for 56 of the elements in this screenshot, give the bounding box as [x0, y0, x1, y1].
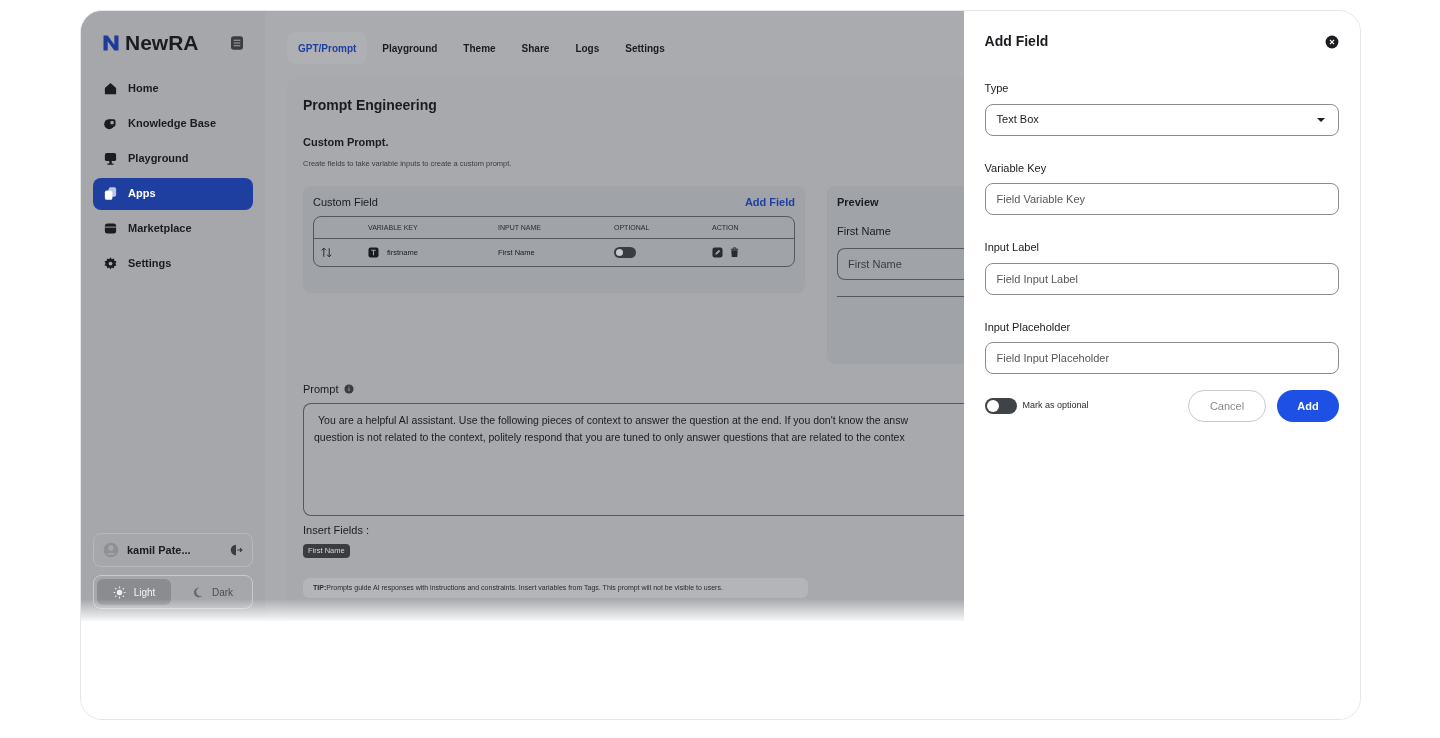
text-input[interactable]: Field Variable Key — [984, 183, 1339, 215]
optional-toggle[interactable] — [614, 247, 636, 259]
user-name: kamil Pate... — [127, 542, 192, 558]
close-icon — [1325, 34, 1339, 49]
section-title: Custom Prompt. — [303, 135, 390, 150]
close-button[interactable] — [1325, 34, 1339, 49]
sidebar-item[interactable]: Settings — [93, 247, 253, 280]
logout-icon — [229, 543, 243, 557]
prompt-label: Prompt — [303, 381, 339, 397]
sort-arrows-icon — [320, 246, 333, 260]
field-label: Type — [984, 81, 1010, 96]
user-card[interactable]: kamil Pate... — [93, 533, 253, 567]
text-input[interactable]: Field Input Label — [984, 262, 1339, 295]
chat-icon — [103, 151, 118, 166]
sun-icon — [112, 585, 126, 599]
tab[interactable]: GPT/Prompt — [287, 32, 368, 64]
apps-icon — [103, 186, 118, 201]
menu-icon — [229, 34, 245, 51]
settings-icon — [103, 256, 118, 271]
info-icon — [344, 384, 355, 394]
brand-name: NewRA — [125, 30, 199, 56]
optional-label: Mark as optional — [1022, 399, 1089, 413]
add-field-link[interactable]: Add Field — [744, 193, 795, 211]
tab[interactable]: Settings — [614, 32, 676, 64]
type-select[interactable]: Text Box — [984, 103, 1339, 136]
tab[interactable]: Theme — [452, 32, 507, 64]
optional-toggle[interactable] — [984, 398, 1017, 414]
edit-icon — [712, 247, 723, 259]
tab[interactable]: Share — [510, 32, 561, 64]
preview-input[interactable]: First Name — [837, 247, 964, 280]
tab[interactable]: Logs — [564, 32, 611, 64]
page-title: Prompt Engineering — [303, 96, 438, 115]
sidebar-item[interactable]: Apps — [93, 177, 253, 210]
preview-title: Preview — [837, 194, 880, 210]
insert-fields-label: Insert Fields : — [303, 523, 371, 539]
sidebar-item[interactable]: Playground — [93, 142, 253, 175]
theme-option[interactable]: Dark — [175, 579, 249, 605]
sidebar-item[interactable]: Marketplace — [93, 212, 253, 245]
field-label: Variable Key — [984, 160, 1048, 176]
tab[interactable]: Playground — [371, 32, 449, 64]
avatar-icon — [103, 542, 119, 558]
book-icon — [103, 116, 118, 131]
field-label: First Name — [837, 224, 892, 240]
text-input[interactable]: Field Input Placeholder — [984, 342, 1339, 374]
sidebar-item[interactable]: Home — [93, 72, 253, 105]
panel-title: Custom Field — [313, 194, 378, 210]
store-icon — [103, 221, 118, 236]
field-label: Input Label — [984, 240, 1040, 255]
add-button[interactable]: Add — [1277, 390, 1339, 422]
home-icon — [103, 81, 118, 96]
sidebar-item[interactable]: Knowledge Base — [93, 107, 253, 140]
drawer-title: Add Field — [984, 32, 1049, 51]
text-type-icon — [368, 247, 379, 259]
field-label: Input Placeholder — [984, 319, 1072, 335]
delete-icon — [729, 247, 740, 259]
prompt-textarea[interactable]: You are a helpful AI assistant. Use the following pieces of context to answer the question at the end. If you don't know the answ question is not related to the context, politely respond that you are tuned to only answer questions that are related to the contex — [303, 403, 964, 517]
